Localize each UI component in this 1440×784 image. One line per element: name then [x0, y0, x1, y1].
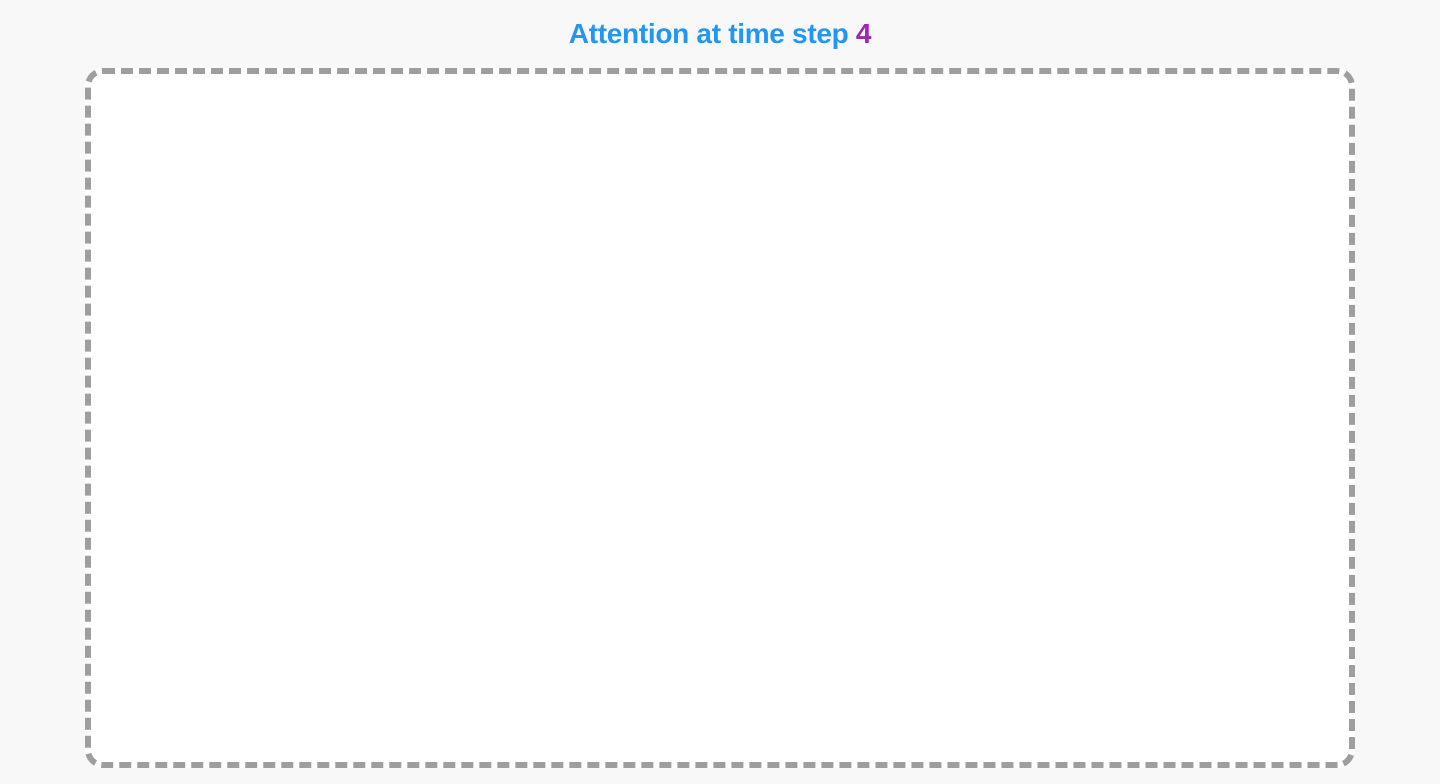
title-step-number: 4	[856, 18, 871, 49]
attention-box	[85, 68, 1355, 768]
diagram-title: Attention at time step 4	[569, 18, 871, 50]
diagram-container: Attention at time step 4	[0, 0, 1440, 784]
title-text: Attention at time step	[569, 18, 856, 49]
